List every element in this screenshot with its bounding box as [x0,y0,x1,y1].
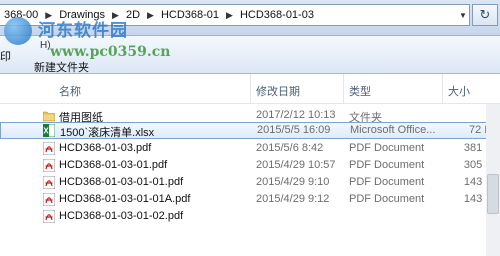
file-row[interactable]: HCD368-01-03-01-01A.pdf 2015/4/29 9:12 P… [0,191,500,208]
file-type: Microsoft Office... [350,124,436,136]
vertical-scrollbar[interactable] [486,104,500,256]
file-name: 1500`滚床清单.xlsx [60,127,155,139]
column-divider[interactable] [442,74,443,104]
file-type: PDF Document [349,193,425,205]
pdf-icon [43,142,55,155]
chevron-right-icon[interactable]: ▶ [144,10,157,21]
pdf-icon [43,210,55,223]
file-date: 2015/5/5 16:09 [257,124,331,136]
file-row[interactable]: HCD368-01-03-01-01.pdf 2015/4/29 9:10 PD… [0,174,500,191]
file-name: HCD368-01-03-01.pdf [59,159,168,171]
refresh-icon: ↻ [479,7,491,22]
toolbar-item-partial[interactable]: 印 [0,48,11,64]
file-date: 2015/4/29 9:12 [256,193,330,205]
pdf-icon [43,193,55,206]
file-row-selected[interactable]: X 1500`滚床清单.xlsx 2015/5/5 16:09 Microsof… [0,122,500,139]
file-name: HCD368-01-03-01-02.pdf [59,210,184,222]
file-date: 2015/5/6 8:42 [256,142,324,154]
pdf-icon [43,176,55,189]
folder-icon [43,111,55,122]
file-type: PDF Document [349,142,425,154]
column-divider[interactable] [250,74,251,104]
file-row[interactable]: HCD368-01-03-01-02.pdf [0,208,500,225]
file-type: PDF Document [349,159,425,171]
svg-text:X: X [43,127,49,136]
file-row[interactable]: HCD368-01-03.pdf 2015/5/6 8:42 PDF Docum… [0,140,500,157]
watermark-title: 河东软件园 [38,21,128,41]
refresh-button[interactable]: ↻ [472,4,498,26]
column-header-name[interactable]: 名称 [59,83,81,99]
breadcrumb-item[interactable]: HCD368-01-03 [236,9,318,21]
chevron-down-icon[interactable]: ▼ [456,4,470,26]
file-row[interactable]: HCD368-01-03-01.pdf 2015/4/29 10:57 PDF … [0,157,500,174]
column-headers: 名称 修改日期 类型 大小 [0,74,500,104]
column-header-date[interactable]: 修改日期 [256,83,300,99]
column-divider[interactable] [343,74,344,104]
menu-fragment: H) [40,40,51,51]
excel-icon: X [43,124,55,137]
file-name: HCD368-01-03-01-01A.pdf [59,193,191,205]
column-header-type[interactable]: 类型 [349,83,371,99]
file-date: 2015/4/29 9:10 [256,176,330,188]
new-folder-button[interactable]: 新建文件夹 [34,59,89,75]
pdf-icon [43,159,55,172]
column-header-size[interactable]: 大小 [448,83,470,99]
file-date: 2017/2/12 10:13 [256,109,336,121]
file-name: HCD368-01-03-01-01.pdf [59,176,184,188]
file-name: HCD368-01-03.pdf [59,142,152,154]
watermark-url: www.pc0359.cn [50,44,171,60]
scrollbar-thumb[interactable] [487,174,499,214]
breadcrumb-item[interactable]: HCD368-01 [157,9,223,21]
watermark-logo [4,17,32,45]
file-date: 2015/4/29 10:57 [256,159,336,171]
chevron-right-icon[interactable]: ▶ [223,10,236,21]
file-type: PDF Document [349,176,425,188]
